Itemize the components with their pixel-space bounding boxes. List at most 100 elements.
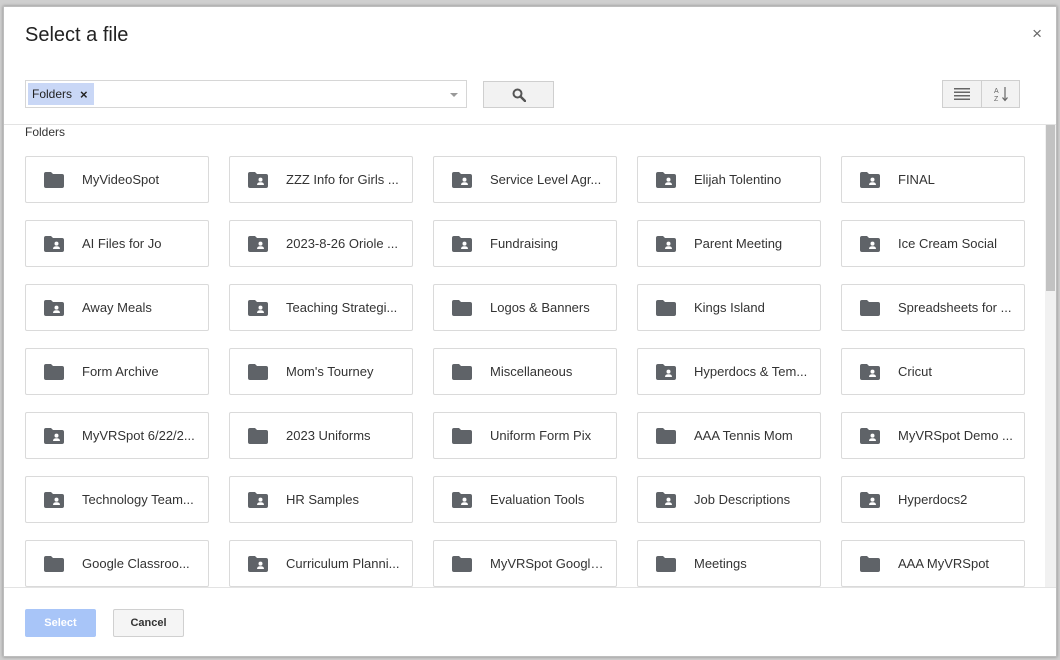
folder-icon [656,299,676,316]
folder-name: Evaluation Tools [490,492,585,507]
shared-folder-icon [656,491,676,508]
search-icon [512,88,526,102]
folder-tile[interactable]: Job Descriptions [637,476,821,523]
shared-folder-icon [656,235,676,252]
folder-name: Kings Island [694,300,765,315]
folder-name: MyVRSpot 6/22/2... [82,428,195,443]
scrollbar-thumb[interactable] [1046,125,1055,291]
folder-name: MyVRSpot Demo ... [898,428,1013,443]
folder-tile[interactable]: Form Archive [25,348,209,395]
folder-name: Miscellaneous [490,364,573,379]
search-button[interactable] [483,81,554,108]
folder-icon [452,427,472,444]
folder-tile[interactable]: AAA MyVRSpot [841,540,1025,587]
folder-name: Google Classroo... [82,556,190,571]
folder-name: 2023-8-26 Oriole ... [286,236,399,251]
folder-grid: MyVideoSpot ZZZ Info for Girls ... Service… [25,156,1025,587]
folder-tile[interactable]: Kings Island [637,284,821,331]
folder-tile[interactable]: Curriculum Planni... [229,540,413,587]
shared-folder-icon [656,171,676,188]
shared-folder-icon [860,235,880,252]
list-view-button[interactable] [942,80,982,108]
folder-tile[interactable]: MyVRSpot Demo ... [841,412,1025,459]
shared-folder-icon [44,427,64,444]
shared-folder-icon [860,363,880,380]
dropdown-arrow-icon[interactable] [450,93,458,97]
folder-icon [44,363,64,380]
folder-icon [860,555,880,572]
folder-icon [452,555,472,572]
shared-folder-icon [44,299,64,316]
folder-tile[interactable]: Hyperdocs2 [841,476,1025,523]
folder-icon [44,171,64,188]
folder-tile[interactable]: ZZZ Info for Girls ... [229,156,413,203]
shared-folder-icon [248,555,268,572]
folder-tile[interactable]: Technology Team... [25,476,209,523]
folder-tile[interactable]: 2023 Uniforms [229,412,413,459]
folder-tile[interactable]: MyVRSpot Google... [433,540,617,587]
scrollbar[interactable] [1045,125,1056,587]
close-icon[interactable]: × [1032,24,1042,44]
sort-button[interactable]: A Z [982,80,1020,108]
folder-icon [248,363,268,380]
filter-chip-label: Folders [32,87,73,101]
folder-tile[interactable]: Meetings [637,540,821,587]
folder-tile[interactable]: Spreadsheets for ... [841,284,1025,331]
folder-tile[interactable]: Mom's Tourney [229,348,413,395]
folder-name: HR Samples [286,492,359,507]
folder-tile[interactable]: Parent Meeting [637,220,821,267]
folder-name: MyVRSpot Google... [490,556,606,571]
shared-folder-icon [452,491,472,508]
folder-name: Hyperdocs2 [898,492,968,507]
folder-tile[interactable]: Uniform Form Pix [433,412,617,459]
folder-name: Form Archive [82,364,159,379]
filter-chip-folders: Folders × [28,83,94,105]
folder-tile[interactable]: Evaluation Tools [433,476,617,523]
folder-name: Uniform Form Pix [490,428,592,443]
folder-tile[interactable]: Away Meals [25,284,209,331]
folder-name: Cricut [898,364,932,379]
chip-remove-icon[interactable]: × [80,87,88,102]
folder-name: Curriculum Planni... [286,556,400,571]
folder-name: Ice Cream Social [898,236,997,251]
folder-icon [452,363,472,380]
folder-name: Parent Meeting [694,236,783,251]
folder-name: AAA MyVRSpot [898,556,990,571]
folder-tile[interactable]: Cricut [841,348,1025,395]
folder-tile[interactable]: MyVRSpot 6/22/2... [25,412,209,459]
folder-tile[interactable]: AAA Tennis Mom [637,412,821,459]
shared-folder-icon [656,363,676,380]
folder-tile[interactable]: Hyperdocs & Tem... [637,348,821,395]
folder-tile[interactable]: HR Samples [229,476,413,523]
folder-tile[interactable]: Elijah Tolentino [637,156,821,203]
folder-name: Meetings [694,556,747,571]
folder-icon [860,299,880,316]
folder-icon [248,427,268,444]
folder-icon [656,427,676,444]
folder-tile[interactable]: Logos & Banners [433,284,617,331]
folder-tile[interactable]: Fundraising [433,220,617,267]
folder-name: AAA Tennis Mom [694,428,793,443]
folder-tile[interactable]: Ice Cream Social [841,220,1025,267]
folder-name: Job Descriptions [694,492,791,507]
folder-tile[interactable]: 2023-8-26 Oriole ... [229,220,413,267]
folder-name: Fundraising [490,236,558,251]
folder-tile[interactable]: FINAL [841,156,1025,203]
shared-folder-icon [248,235,268,252]
folder-name: AI Files for Jo [82,236,162,251]
cancel-button[interactable]: Cancel [113,609,184,637]
folder-tile[interactable]: Miscellaneous [433,348,617,395]
shared-folder-icon [248,491,268,508]
folder-icon [452,299,472,316]
sort-az-icon: A Z [994,87,1008,103]
select-button[interactable]: Select [25,609,96,637]
list-view-icon [954,88,970,100]
folder-tile[interactable]: Google Classroo... [25,540,209,587]
folder-tile[interactable]: AI Files for Jo [25,220,209,267]
folder-tile[interactable]: Service Level Agr... [433,156,617,203]
folder-tile[interactable]: Teaching Strategi... [229,284,413,331]
shared-folder-icon [860,491,880,508]
folder-tile[interactable]: MyVideoSpot [25,156,209,203]
shared-folder-icon [44,235,64,252]
search-input[interactable]: Folders × [25,80,467,108]
